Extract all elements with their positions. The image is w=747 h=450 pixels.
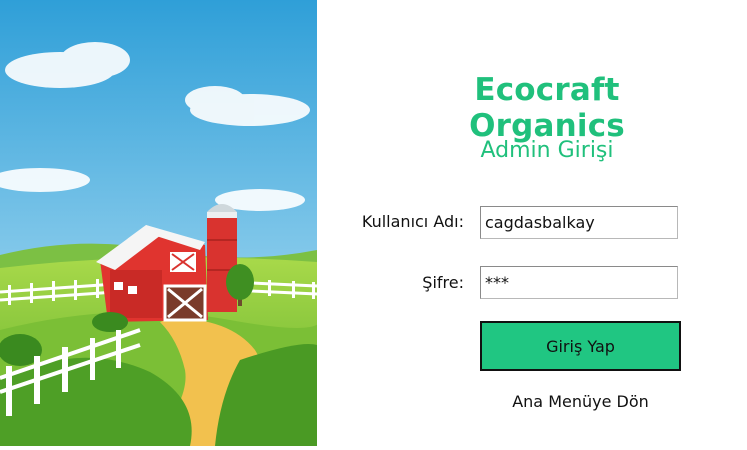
password-label: Şifre: — [422, 273, 464, 292]
brand-title: Ecocraft Organics — [469, 72, 625, 144]
login-panel: Ecocraft Organics Admin Girişi Kullanıcı… — [317, 0, 747, 446]
page-subtitle: Admin Girişi — [480, 138, 614, 163]
username-label: Kullanıcı Adı: — [361, 212, 464, 231]
farm-illustration — [0, 0, 321, 446]
password-field[interactable] — [480, 266, 678, 299]
username-field[interactable] — [480, 206, 678, 239]
login-button[interactable]: Giriş Yap — [480, 321, 681, 371]
back-to-menu-link[interactable]: Ana Menüye Dön — [480, 392, 681, 411]
